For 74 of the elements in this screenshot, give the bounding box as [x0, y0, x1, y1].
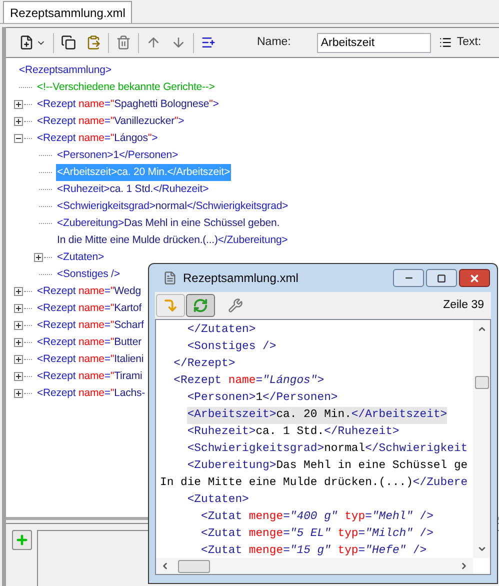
window-title: Rezeptsammlung.xml	[183, 270, 298, 287]
scroll-thumb[interactable]	[178, 560, 210, 572]
toolbar-toggle-button[interactable]	[156, 294, 185, 317]
arrow-icon	[163, 298, 178, 313]
xml-node[interactable]: <Rezept name="Lachs-	[36, 385, 146, 402]
xml-node[interactable]: <Rezept name="Italieni	[36, 351, 145, 368]
xml-node[interactable]: <Schwierigkeitsgrad>normal</Schwierigkeitsgrad>	[56, 198, 290, 215]
xml-node[interactable]: <Zutaten>	[56, 249, 105, 266]
xml-node[interactable]: <Rezept name="Lángos">	[36, 130, 159, 147]
xml-node[interactable]: <Rezept name="Scharf	[36, 317, 145, 334]
maximize-icon	[437, 274, 446, 282]
xml-node[interactable]: <Zubereitung>Das Mehl in eine Schüssel geben. In die Mitte eine Mulde drücken.(...)</Zubereitung>	[56, 215, 289, 249]
xml-node[interactable]: <Ruhezeit>ca. 1 Std.</Ruhezeit>	[56, 181, 210, 198]
copy-icon	[61, 35, 76, 50]
close-icon	[469, 272, 480, 284]
name-label: Name:	[257, 34, 291, 50]
list-plus-icon	[201, 35, 216, 50]
trash-icon	[116, 35, 131, 50]
scroll-down-icon[interactable]	[476, 544, 486, 554]
code-line: In die Mitte eine Mulde drücken.(...)</Zubere	[160, 476, 468, 491]
plus-icon	[15, 533, 29, 547]
expand-icon[interactable]	[14, 372, 23, 381]
xml-node[interactable]: <Rezept name="Wedg	[36, 283, 142, 300]
close-button[interactable]	[459, 269, 490, 287]
code-line: <Schwierigkeitsgrad>normal</Schwierigkeit	[187, 442, 468, 457]
code-line: </Rezept>	[174, 356, 236, 372]
expand-icon[interactable]	[14, 389, 23, 398]
code-line: <Zutaten>	[187, 493, 249, 508]
vertical-scrollbar[interactable]	[473, 320, 490, 558]
code-line: <Rezept name="Lángos">	[174, 374, 324, 389]
arrow-down-icon	[171, 35, 186, 50]
code-line: <Zutat menge="15 g" typ="Hefe" />	[201, 544, 427, 558]
expand-icon[interactable]	[14, 287, 23, 296]
xml-node[interactable]: <Personen>1</Personen>	[56, 147, 179, 164]
xml-node[interactable]: <Sonstiges />	[56, 266, 121, 283]
file-tab[interactable]: Rezeptsammlung.xml	[3, 1, 132, 23]
add-button[interactable]	[12, 530, 32, 550]
xml-node[interactable]: <Rezept name="Butter	[36, 334, 143, 351]
line-number-status: Zeile 39	[443, 298, 484, 313]
expand-icon[interactable]	[14, 100, 23, 109]
maximize-button[interactable]	[426, 269, 457, 287]
refresh-icon	[193, 298, 208, 313]
horizontal-scrollbar[interactable]	[156, 558, 473, 574]
clipboard-icon	[86, 35, 101, 50]
wrench-icon	[228, 298, 242, 313]
scroll-thumb[interactable]	[474, 376, 488, 389]
toolbar-toggle-button[interactable]	[186, 294, 215, 317]
code-line: <Zutat menge="5 EL" typ="Milch" />	[201, 526, 434, 542]
code-line: <Sonstiges />	[187, 340, 276, 355]
expand-icon[interactable]	[14, 304, 23, 313]
xml-node[interactable]: <Rezept name="Spaghetti Bolognese">	[36, 96, 220, 113]
code-line: <Zutat menge="400 g" typ="Mehl" />	[201, 510, 434, 525]
name-field[interactable]: Arbeitszeit	[316, 32, 431, 52]
document-icon	[163, 271, 177, 285]
code-line: </Zutaten>	[187, 322, 256, 338]
new-file-icon	[19, 35, 34, 50]
xml-node[interactable]: <Rezept name="Kartof	[36, 300, 143, 317]
expand-icon[interactable]	[14, 355, 23, 364]
expand-icon[interactable]	[34, 253, 43, 262]
xml-node[interactable]: <Rezeptsammlung>	[18, 62, 112, 79]
code-line: <Ruhezeit>ca. 1 Std.</Ruhezeit>	[187, 424, 400, 440]
scroll-right-icon[interactable]	[459, 561, 469, 571]
scroll-up-icon[interactable]	[476, 324, 486, 334]
list-icon	[438, 36, 452, 49]
expand-icon[interactable]	[14, 338, 23, 347]
code-line: <Zubereitung>Das Mehl in eine Schüssel ge	[187, 458, 468, 474]
xml-node[interactable]: <Rezept name="Tirami	[36, 368, 144, 385]
expand-icon[interactable]	[14, 321, 23, 330]
scroll-left-icon[interactable]	[160, 561, 170, 571]
xml-node[interactable]: <Rezept name="Vanillezucker">	[36, 113, 186, 130]
code-line: <Personen>1</Personen>	[187, 390, 338, 406]
collapse-icon[interactable]	[14, 134, 23, 143]
expand-icon[interactable]	[14, 117, 23, 126]
text-label: Text:	[456, 34, 482, 50]
